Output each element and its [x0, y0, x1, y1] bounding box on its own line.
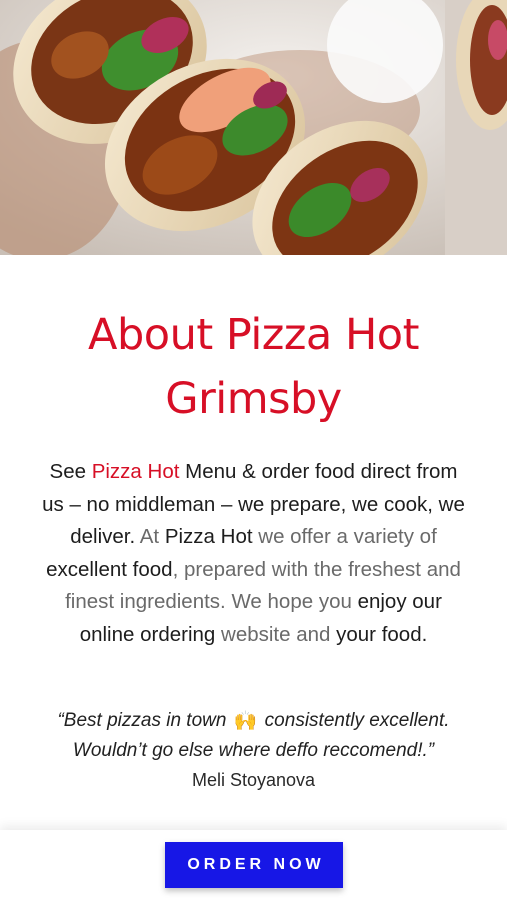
about-title: About Pizza Hot Grimsby [88, 310, 419, 424]
about-text-segment: At [135, 525, 165, 549]
about-text-segment: See [49, 460, 92, 483]
page: About Pizza Hot Grimsby See Pizza Hot Me… [0, 0, 507, 900]
hero-wrap-image [0, 0, 507, 255]
about-paragraph: See Pizza Hot Menu & order food direct f… [36, 456, 471, 652]
about-text-segment: excellent food [46, 557, 173, 581]
brand-name-link[interactable]: Pizza Hot [92, 460, 180, 483]
about-text-segment: website and [215, 622, 337, 646]
wrap-food-image [0, 0, 507, 255]
testimonial-quote-start: “Best pizzas in town [57, 709, 227, 731]
testimonial: “Best pizzas in town 🙌 consistently exce… [24, 706, 483, 796]
raised-hands-icon: 🙌 [233, 710, 258, 732]
order-bar: ORDER NOW [0, 830, 507, 900]
testimonial-quote: “Best pizzas in town 🙌 consistently exce… [57, 710, 449, 762]
order-now-button[interactable]: ORDER NOW [165, 842, 343, 888]
testimonial-author: Meli Stoyanova [191, 769, 316, 790]
about-section: About Pizza Hot Grimsby See Pizza Hot Me… [0, 255, 507, 830]
about-text-segment: we offer a variety of [252, 525, 437, 549]
about-text-segment: your food [336, 622, 422, 646]
about-text-segment: . [421, 622, 428, 646]
about-text-segment: Pizza Hot [164, 525, 253, 549]
